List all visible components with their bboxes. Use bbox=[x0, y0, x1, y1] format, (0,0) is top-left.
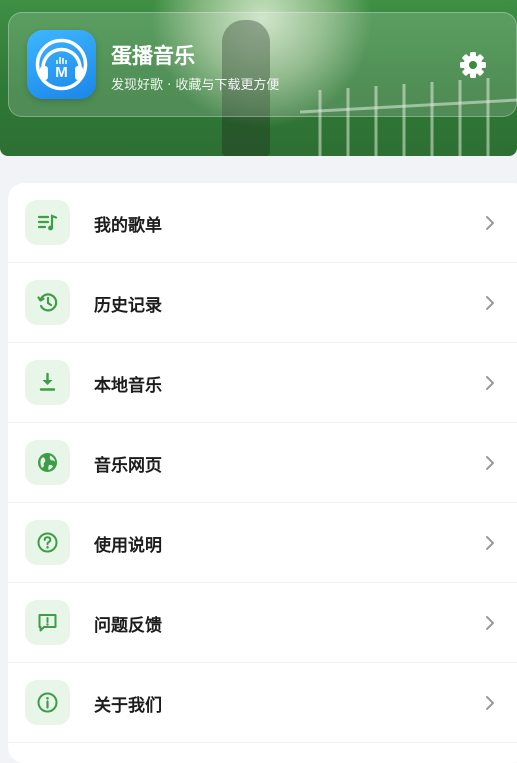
download-icon bbox=[39, 372, 56, 391]
gear-icon bbox=[460, 52, 486, 78]
chevron-right-icon bbox=[486, 616, 494, 630]
menu-item-label: 音乐网页 bbox=[94, 456, 162, 476]
app-logo: M bbox=[27, 30, 96, 99]
menu-icon-container bbox=[25, 520, 70, 565]
feedback-icon bbox=[38, 614, 57, 632]
menu-item-label: 我的歌单 bbox=[94, 216, 162, 236]
profile-header: M 蛋播音乐 发现好歌 · 收藏与下载更方便 bbox=[0, 0, 517, 156]
info-icon bbox=[37, 692, 58, 713]
chevron-right-icon bbox=[486, 456, 494, 470]
menu-icon-container bbox=[25, 200, 70, 245]
menu-item-label: 本地音乐 bbox=[94, 376, 162, 396]
menu-item-feedback[interactable]: 问题反馈 bbox=[8, 583, 517, 663]
menu-icon-container bbox=[25, 280, 70, 325]
menu-icon-container bbox=[25, 680, 70, 725]
app-name: 蛋播音乐 bbox=[111, 44, 195, 68]
menu-item-history[interactable]: 历史记录 bbox=[8, 263, 517, 343]
menu-item-help[interactable]: 使用说明 bbox=[8, 503, 517, 583]
chevron-right-icon bbox=[486, 216, 494, 230]
headphones-icon: M bbox=[35, 38, 88, 91]
menu-item-music-web[interactable]: 音乐网页 bbox=[8, 423, 517, 503]
app-subtitle: 发现好歌 · 收藏与下载更方便 bbox=[111, 78, 280, 93]
menu-item-label: 历史记录 bbox=[94, 296, 162, 316]
svg-text:M: M bbox=[55, 64, 68, 81]
settings-button[interactable] bbox=[452, 46, 494, 84]
chevron-right-icon bbox=[486, 296, 494, 310]
history-icon bbox=[37, 293, 58, 312]
chevron-right-icon bbox=[486, 696, 494, 710]
menu-icon-container bbox=[25, 360, 70, 405]
menu-item-playlists[interactable]: 我的歌单 bbox=[8, 183, 517, 263]
menu-card: 我的歌单 历史记录 本地音乐 音乐网页 使用说明 问题反馈 关于我们 bbox=[8, 183, 517, 763]
menu-icon-container bbox=[25, 440, 70, 485]
menu-item-label: 使用说明 bbox=[94, 536, 162, 556]
globe-icon bbox=[38, 453, 57, 472]
menu-item-about[interactable]: 关于我们 bbox=[8, 663, 517, 743]
menu-icon-container bbox=[25, 600, 70, 645]
menu-item-label: 问题反馈 bbox=[94, 616, 162, 636]
chevron-right-icon bbox=[486, 536, 494, 550]
help-icon bbox=[37, 532, 58, 553]
playlist-icon bbox=[37, 214, 58, 231]
menu-item-label: 关于我们 bbox=[94, 696, 162, 716]
chevron-right-icon bbox=[486, 376, 494, 390]
menu-item-local-music[interactable]: 本地音乐 bbox=[8, 343, 517, 423]
